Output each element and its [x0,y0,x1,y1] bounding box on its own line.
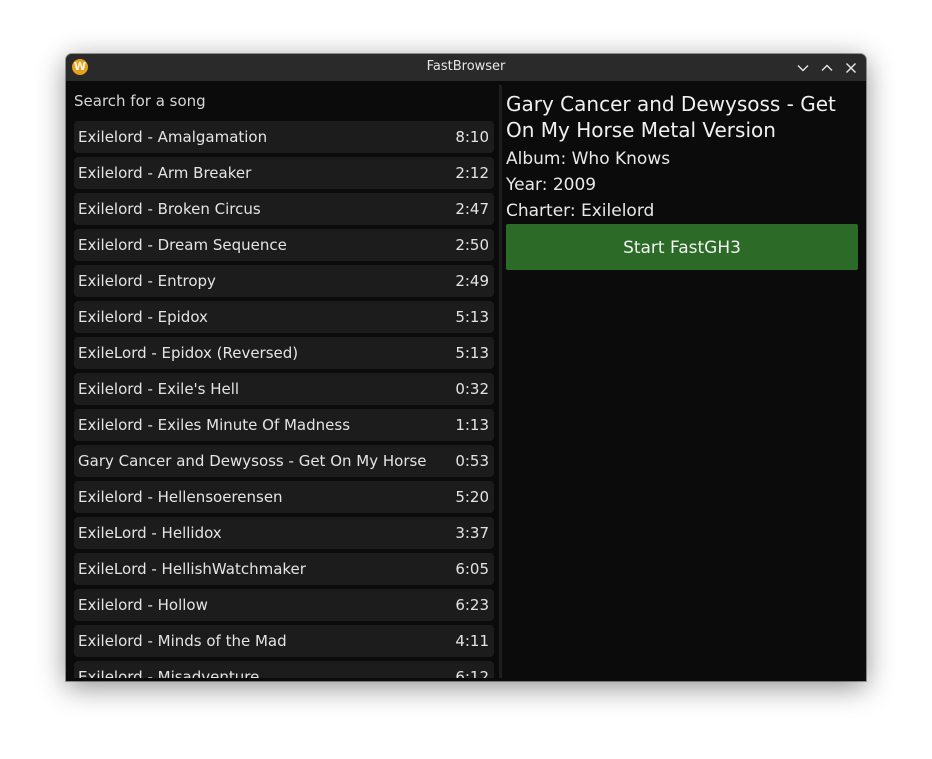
song-name: Exilelord - Broken Circus [78,200,261,218]
song-duration: 5:13 [455,344,489,362]
song-list-item[interactable]: Exilelord - Amalgamation 8:10 [74,121,494,153]
song-duration: 2:49 [455,272,489,290]
close-button[interactable] [842,59,860,77]
song-list-item[interactable]: Exilelord - Broken Circus 2:47 [74,193,494,225]
song-list-item[interactable]: Exilelord - Minds of the Mad 4:11 [74,625,494,657]
song-list-item[interactable]: Exilelord - Arm Breaker 2:12 [74,157,494,189]
song-year: Year: 2009 [506,175,597,195]
song-name: Exilelord - Entropy [78,272,216,290]
song-list-item[interactable]: Exilelord - Exiles Minute Of Madness 1:13 [74,409,494,441]
song-name: ExileLord - Hellidox [78,524,222,542]
song-duration: 2:50 [455,236,489,254]
song-duration: 4:11 [455,632,489,650]
song-details-pane: Gary Cancer and Dewysoss - Get On My Hor… [502,85,866,678]
song-name: Exilelord - Exiles Minute Of Madness [78,416,351,434]
song-list-item[interactable]: Gary Cancer and Dewysoss - Get On My Hor… [74,445,494,477]
song-name: Exilelord - Epidox [78,308,208,326]
start-fastgh3-button[interactable]: Start FastGH3 [506,224,858,270]
song-album: Album: Who Knows [506,149,671,169]
song-charter: Charter: Exilelord [506,201,655,221]
maximize-button[interactable] [818,59,836,77]
song-name: Exilelord - Amalgamation [78,128,268,146]
maximize-icon [821,64,833,71]
song-name: Exilelord - Exile's Hell [78,380,240,398]
close-icon [846,63,856,73]
song-duration: 0:32 [455,380,489,398]
song-list[interactable]: Exilelord - Amalgamation 8:10 Exilelord - … [74,121,494,678]
song-list-item[interactable]: ExileLord - Epidox (Reversed) 5:13 [74,337,494,369]
song-details-title: Gary Cancer and Dewysoss - Get On My Hor… [506,92,836,142]
song-name: Gary Cancer and Dewysoss - Get On My Hor… [78,452,427,470]
song-name: ExileLord - Epidox (Reversed) [78,344,299,362]
song-name: ExileLord - HellishWatchmaker [78,560,306,578]
minimize-button[interactable] [794,59,812,77]
song-browser-pane: Exilelord - Amalgamation8:10Exilelord - … [69,85,498,678]
song-list-item[interactable]: Exilelord - Dream Sequence 2:50 [74,229,494,261]
song-duration: 6:23 [455,596,489,614]
minimize-icon [797,65,809,72]
window-title: FastBrowser [426,59,506,74]
song-duration: 5:13 [455,308,489,326]
song-duration: 8:10 [455,128,489,146]
song-list-item[interactable]: Exilelord - Hellensoerensen 5:20 [74,481,494,513]
song-duration: 5:20 [455,488,489,506]
song-list-item[interactable]: ExileLord - HellishWatchmaker 6:05 [74,553,494,585]
song-name: Exilelord - Hellensoerensen [78,488,283,506]
search-input[interactable] [73,87,494,115]
song-list-item[interactable]: Exilelord - Epidox 5:13 [74,301,494,333]
app-window: W FastBrowser Exilelord - Amalgamation 8:… [66,54,866,681]
song-name: Exilelord - Hollow [78,596,208,614]
search-bar [69,85,498,117]
song-duration: 1:13 [455,416,489,434]
title-bar[interactable]: W FastBrowser [66,54,866,81]
song-duration: 6:05 [455,560,489,578]
song-list-item[interactable]: ExileLord - Hellidox 3:37 [74,517,494,549]
song-duration: 2:12 [455,164,489,182]
song-list-item[interactable]: Exilelord - Entropy 2:49 [74,265,494,297]
song-name: Exilelord - Dream Sequence [78,236,287,254]
song-name: Exilelord - Minds of the Mad [78,632,287,650]
song-list-item[interactable]: Exilelord - Misadventure 6:12 [74,661,494,678]
song-list-item[interactable]: Exilelord - Exile's Hell 0:32 [74,373,494,405]
song-name: Exilelord - Arm Breaker [78,164,252,182]
song-duration: 2:47 [455,200,489,218]
song-duration: 6:12 [455,668,489,678]
song-name: Exilelord - Misadventure [78,668,260,678]
song-duration: 3:37 [455,524,489,542]
song-list-item[interactable]: Exilelord - Hollow 6:23 [74,589,494,621]
song-duration: 0:53 [455,452,489,470]
